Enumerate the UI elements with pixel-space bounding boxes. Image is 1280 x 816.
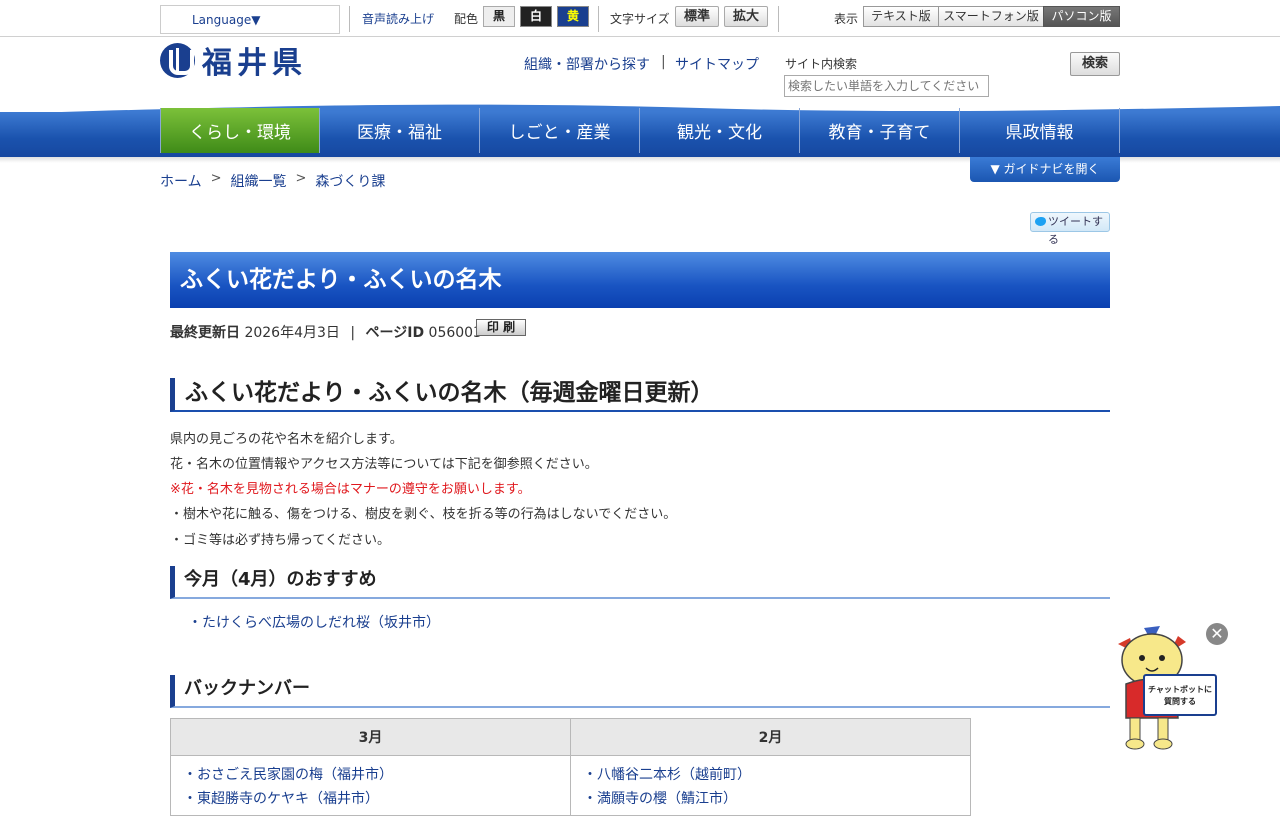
- updated-label: 最終更新日: [170, 325, 240, 341]
- divider: [778, 6, 779, 32]
- org-search-link[interactable]: 組織・部署から探す: [524, 54, 650, 74]
- breadcrumb-separator: >: [295, 171, 307, 186]
- breadcrumb-forestry[interactable]: 森づくり課: [315, 171, 385, 191]
- rule-item: ・樹木や花に触る、傷をつける、樹皮を剥ぐ、枝を折る等の行為はしないでください。: [170, 507, 677, 522]
- font-size-normal-button[interactable]: 標準: [675, 6, 719, 27]
- table-header-february: 2月: [570, 718, 971, 756]
- breadcrumb-separator: >: [210, 171, 222, 186]
- chatbot-sign-line1: チャットボットに: [1148, 685, 1212, 694]
- updated-date: 2026年4月3日: [244, 325, 340, 341]
- divider: [349, 6, 350, 32]
- nav-item-tourism[interactable]: 観光・文化: [640, 108, 800, 153]
- backnumber-link[interactable]: ・東超勝寺のケヤキ（福井市）: [183, 791, 379, 807]
- table-cell-march: ・おさごえ民家園の梅（福井市） ・東超勝寺のケヤキ（福井市）: [170, 755, 571, 816]
- meta-separator: |: [350, 325, 356, 341]
- header-separator: |: [661, 54, 666, 70]
- table-row: ・おさごえ民家園の梅（福井市） ・東超勝寺のケヤキ（福井市） ・八幡谷二本杉（越…: [170, 755, 971, 816]
- smartphone-version-button[interactable]: スマートフォン版: [938, 6, 1044, 27]
- color-white-button[interactable]: 白: [520, 6, 552, 27]
- recommend-link[interactable]: ・たけくらべ広場のしだれ桜（坂井市）: [188, 612, 440, 632]
- color-scheme-label: 配色: [454, 12, 479, 26]
- nav-item-living[interactable]: くらし・環境: [160, 108, 320, 153]
- table-header-march: 3月: [170, 718, 571, 756]
- table-cell-february: ・八幡谷二本杉（越前町） ・満願寺の櫻（鯖江市）: [570, 755, 971, 816]
- display-label: 表示: [834, 12, 859, 26]
- guide-nav-button[interactable]: ▼ ガイドナビを開く: [970, 157, 1120, 182]
- voice-reading-link[interactable]: 音声読み上げ: [362, 10, 434, 27]
- nav-item-education[interactable]: 教育・子育て: [800, 108, 960, 153]
- breadcrumb-home[interactable]: ホーム: [160, 171, 202, 191]
- nav-item-government[interactable]: 県政情報: [960, 108, 1120, 153]
- site-search-input[interactable]: [784, 75, 989, 97]
- breadcrumb-org-list[interactable]: 組織一覧: [231, 171, 287, 191]
- global-nav: くらし・環境 医療・福祉 しごと・産業 観光・文化 教育・子育て 県政情報: [0, 100, 1280, 157]
- manner-warning: ※花・名木を見物される場合はマナーの遵守をお願いします。: [170, 482, 531, 497]
- color-yellow-button[interactable]: 黄: [557, 6, 589, 27]
- content-heading: ふくい花だより・ふくいの名木（毎週金曜日更新）: [170, 378, 1110, 412]
- font-size-label: 文字サイズ: [610, 12, 670, 26]
- text-version-button[interactable]: テキスト版: [863, 6, 939, 27]
- site-search-label: サイト内検索: [785, 57, 858, 71]
- site-logo[interactable]: 福井県: [160, 42, 307, 81]
- table-header-row: 3月 2月: [170, 718, 971, 756]
- divider: [598, 6, 599, 32]
- rule-item: ・ゴミ等は必ず持ち帰ってください。: [170, 533, 390, 548]
- utility-bar: Language▼ 音声読み上げ 配色 黒 白 黄 文字サイズ 標準 拡大 表示…: [0, 0, 1280, 37]
- prefecture-emblem-icon: [160, 42, 195, 78]
- sitemap-link[interactable]: サイトマップ: [675, 54, 759, 74]
- page-id-value: 056003: [428, 325, 482, 341]
- twitter-bird-icon: [1035, 217, 1046, 226]
- logo-text: 福井県: [202, 46, 307, 81]
- reference-paragraph: 花・名木の位置情報やアクセス方法等については下記を御参照ください。: [170, 457, 598, 472]
- backnumber-heading: バックナンバー: [170, 675, 1110, 708]
- backnumber-link[interactable]: ・満願寺の櫻（鯖江市）: [583, 791, 737, 807]
- tweet-label: ツイートする: [1048, 215, 1103, 246]
- intro-paragraph: 県内の見ごろの花や名木を紹介します。: [170, 432, 403, 447]
- backnumber-table: 3月 2月 ・おさごえ民家園の梅（福井市） ・東超勝寺のケヤキ（福井市） ・八幡…: [170, 718, 971, 816]
- pc-version-button[interactable]: パソコン版: [1043, 6, 1120, 27]
- tweet-button[interactable]: ツイートする: [1030, 212, 1110, 246]
- nav-item-work[interactable]: しごと・産業: [480, 108, 640, 153]
- page-meta: 最終更新日 2026年4月3日 | ページID 056003: [170, 322, 482, 342]
- chatbot-sign-line2: 質問する: [1164, 697, 1196, 706]
- print-button[interactable]: 印 刷: [476, 319, 526, 336]
- search-button[interactable]: 検索: [1070, 52, 1120, 76]
- nav-item-medical[interactable]: 医療・福祉: [320, 108, 480, 153]
- page-id-label: ページID: [365, 325, 425, 341]
- font-size-large-button[interactable]: 拡大: [724, 6, 768, 27]
- backnumber-link[interactable]: ・おさごえ民家園の梅（福井市）: [183, 767, 393, 783]
- page-title: ふくい花だより・ふくいの名木: [170, 252, 1110, 308]
- backnumber-link[interactable]: ・八幡谷二本杉（越前町）: [583, 767, 751, 783]
- color-black-button[interactable]: 黒: [483, 6, 515, 27]
- close-icon[interactable]: ✕: [1206, 623, 1228, 645]
- chatbot-sign[interactable]: チャットボットに 質問する: [1143, 674, 1217, 716]
- language-select[interactable]: Language▼: [160, 5, 340, 34]
- breadcrumb: ホーム > 組織一覧 > 森づくり課: [160, 171, 385, 191]
- recommend-heading: 今月（4月）のおすすめ: [170, 566, 1110, 599]
